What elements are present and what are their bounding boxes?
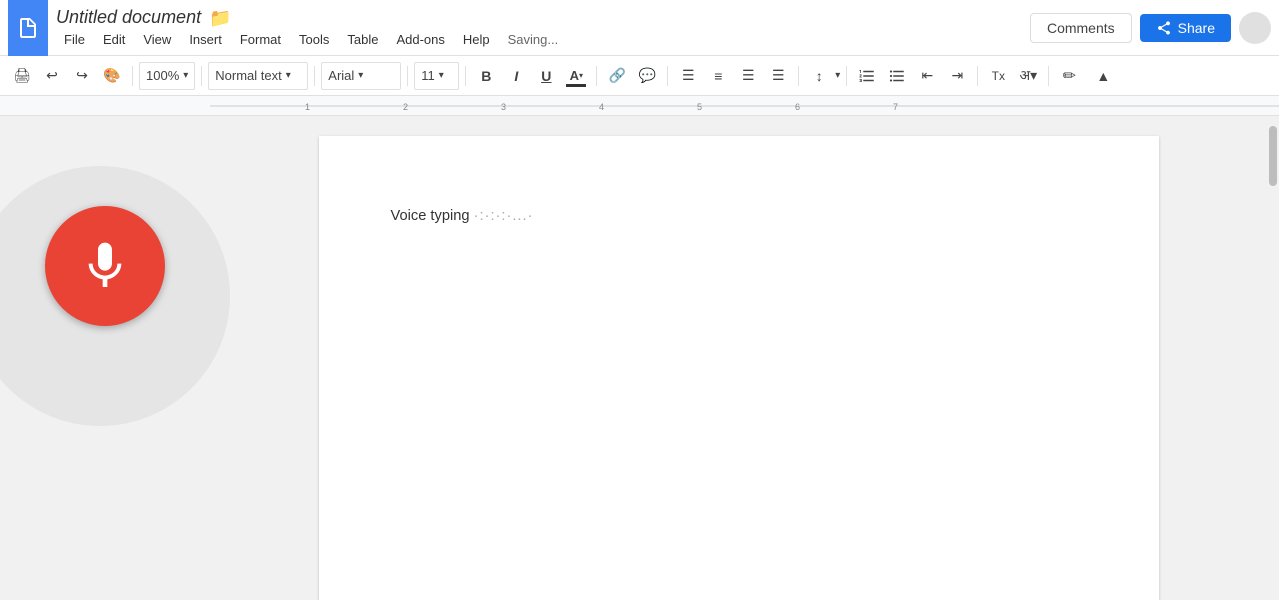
doc-title[interactable]: Untitled document [56, 7, 201, 28]
align-right-button[interactable]: ☰ [734, 62, 762, 90]
separator-6 [596, 66, 597, 86]
align-center-button[interactable]: ≡ [704, 62, 732, 90]
svg-text:6: 6 [795, 102, 800, 112]
italic-button[interactable]: I [502, 62, 530, 90]
menu-table[interactable]: Table [339, 30, 386, 49]
redo-button[interactable]: ↪ [68, 62, 96, 90]
menu-addons[interactable]: Add-ons [388, 30, 452, 49]
menu-edit[interactable]: Edit [95, 30, 133, 49]
align-left-button[interactable]: ☰ [674, 62, 702, 90]
separator-10 [977, 66, 978, 86]
decrease-indent-button[interactable]: ⇤ [913, 62, 941, 90]
saving-status: Saving... [508, 32, 559, 47]
menu-format[interactable]: Format [232, 30, 289, 49]
left-panel [0, 116, 210, 600]
ruler: 1 2 3 4 5 6 7 [0, 96, 1279, 116]
font-dropdown[interactable]: Arial ▾ [321, 62, 401, 90]
share-button[interactable]: Share [1140, 14, 1231, 42]
menu-bar: File Edit View Insert Format Tools Table… [56, 30, 1030, 49]
text-color-button[interactable]: A ▾ [562, 62, 590, 90]
header-actions: Comments Share [1030, 12, 1271, 44]
zoom-arrow: ▾ [183, 70, 188, 81]
toolbar: 🖨 ↩ ↪ 🎨 100% ▾ Normal text ▾ Arial ▾ 11 … [0, 56, 1279, 96]
more-options-button[interactable]: अ▾ [1014, 62, 1042, 90]
doc-cursor-dots: ·:·:·:·...· [474, 208, 534, 224]
style-arrow: ▾ [286, 70, 291, 81]
separator-3 [314, 66, 315, 86]
line-spacing-arrow: ▾ [835, 70, 840, 81]
separator-1 [132, 66, 133, 86]
style-dropdown[interactable]: Normal text ▾ [208, 62, 308, 90]
separator-7 [667, 66, 668, 86]
svg-text:3: 3 [501, 102, 506, 112]
zoom-dropdown[interactable]: 100% ▾ [139, 62, 195, 90]
increase-indent-button[interactable]: ⇥ [943, 62, 971, 90]
font-size-dropdown[interactable]: 11 ▾ [414, 62, 459, 90]
doc-text-content: Voice typing [391, 208, 470, 224]
font-arrow: ▾ [358, 70, 363, 81]
comments-button[interactable]: Comments [1030, 13, 1132, 43]
separator-9 [846, 66, 847, 86]
title-bar: Untitled document 📁 File Edit View Inser… [0, 0, 1279, 56]
menu-tools[interactable]: Tools [291, 30, 337, 49]
svg-text:7: 7 [893, 102, 898, 112]
folder-icon[interactable]: 📁 [209, 8, 231, 29]
separator-8 [798, 66, 799, 86]
svg-text:5: 5 [697, 102, 702, 112]
paint-format-button[interactable]: 🎨 [98, 62, 126, 90]
comment-inline-button[interactable]: 💬 [633, 62, 661, 90]
menu-help[interactable]: Help [455, 30, 498, 49]
align-justify-button[interactable]: ☰ [764, 62, 792, 90]
numbered-list-button[interactable] [853, 62, 881, 90]
menu-insert[interactable]: Insert [181, 30, 230, 49]
bullet-list-button[interactable] [883, 62, 911, 90]
pen-button[interactable]: ✏ [1055, 62, 1083, 90]
voice-typing-button[interactable] [45, 206, 165, 326]
menu-view[interactable]: View [135, 30, 179, 49]
app-icon [8, 0, 48, 56]
collapse-toolbar-button[interactable]: ▲ [1089, 62, 1117, 90]
separator-4 [407, 66, 408, 86]
user-avatar[interactable] [1239, 12, 1271, 44]
print-button[interactable]: 🖨 [8, 62, 36, 90]
document[interactable]: Voice typing ·:·:·:·...· [319, 136, 1159, 600]
document-content[interactable]: Voice typing ·:·:·:·...· [391, 208, 1087, 224]
svg-text:2: 2 [403, 102, 408, 112]
clear-format-button[interactable]: Tx [984, 62, 1012, 90]
document-area[interactable]: Voice typing ·:·:·:·...· [210, 116, 1267, 600]
separator-2 [201, 66, 202, 86]
ruler-content: 1 2 3 4 5 6 7 [210, 96, 1279, 115]
bold-button[interactable]: B [472, 62, 500, 90]
line-spacing-button[interactable]: ↕ [805, 62, 833, 90]
scrollbar-panel [1267, 116, 1279, 600]
undo-button[interactable]: ↩ [38, 62, 66, 90]
separator-5 [465, 66, 466, 86]
main-area: Voice typing ·:·:·:·...· [0, 116, 1279, 600]
svg-text:1: 1 [305, 102, 310, 112]
scrollbar-track[interactable] [1267, 116, 1279, 600]
separator-11 [1048, 66, 1049, 86]
size-arrow: ▾ [439, 70, 444, 81]
underline-button[interactable]: U [532, 62, 560, 90]
title-section: Untitled document 📁 File Edit View Inser… [56, 7, 1030, 49]
scrollbar-thumb[interactable] [1269, 126, 1277, 186]
menu-file[interactable]: File [56, 30, 93, 49]
svg-text:4: 4 [599, 102, 604, 112]
link-button[interactable]: 🔗 [603, 62, 631, 90]
